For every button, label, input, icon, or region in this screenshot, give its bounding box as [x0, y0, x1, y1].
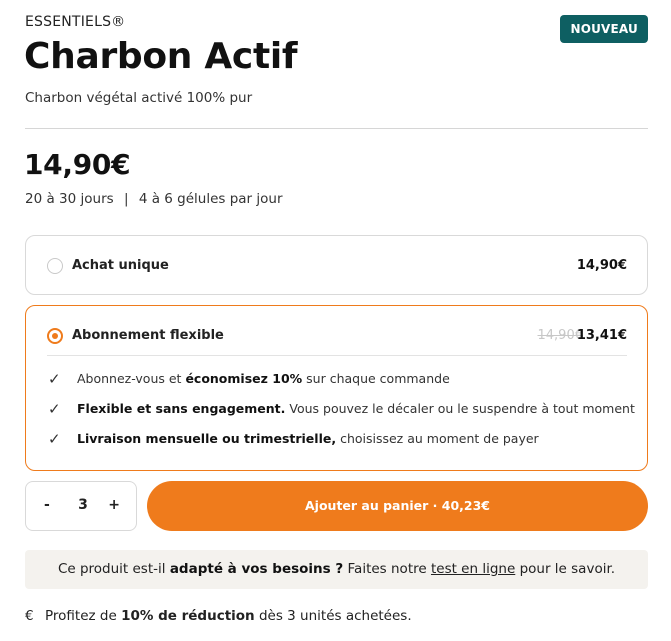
benefit-post: sur chaque commande: [302, 371, 450, 386]
one-time-radio[interactable]: [47, 258, 63, 274]
euro-icon: €: [25, 608, 34, 624]
product-price: 14,90€: [24, 148, 131, 181]
subscription-divider: [47, 355, 627, 356]
subscription-radio[interactable]: [47, 328, 63, 344]
product-title: Charbon Actif: [24, 36, 298, 77]
check-icon: ✓: [48, 430, 61, 448]
benefit-item: ✓ Livraison mensuelle ou trimestrielle, c…: [48, 430, 539, 448]
new-badge: NOUVEAU: [560, 15, 648, 43]
benefit-bold: Flexible et sans engagement.: [77, 401, 286, 416]
benefit-pre: Abonnez-vous et: [77, 371, 186, 386]
info-mid: Faites notre: [343, 561, 431, 577]
dosage-info: 20 à 30 jours | 4 à 6 gélules par jour: [25, 191, 283, 207]
info-pre: Ce produit est-il: [57, 561, 170, 577]
quantity-stepper: - 3 +: [25, 481, 137, 531]
benefit-bold: économisez 10%: [185, 371, 303, 386]
benefit-item: ✓ Abonnez-vous et économisez 10% sur chaq…: [48, 370, 450, 388]
dosage-separator: |: [123, 191, 129, 207]
add-to-cart-button[interactable]: Ajouter au panier · 40,23€: [147, 481, 648, 531]
increase-button[interactable]: +: [108, 497, 120, 513]
quantity-value: 3: [78, 497, 88, 513]
info-bold: adapté à vos besoins ?: [169, 561, 344, 577]
subscription-label: Abonnement flexible: [72, 328, 224, 343]
benefit-post: choisissez au moment de payer: [336, 431, 539, 446]
fit-check-banner: Ce produit est-il adapté à vos besoins ?…: [25, 550, 648, 589]
promo-bold: 10% de réduction: [121, 608, 255, 624]
subscription-price: 13,41€: [576, 328, 627, 343]
product-subtitle: Charbon végétal activé 100% pur: [25, 90, 253, 106]
brand-label: ESSENTIELS®: [25, 14, 126, 30]
benefit-post: Vous pouvez le décaler ou le suspendre à…: [285, 401, 635, 416]
header-divider: [25, 128, 648, 129]
one-time-price: 14,90€: [576, 258, 627, 273]
dosage-text: 4 à 6 gélules par jour: [138, 191, 283, 207]
benefit-item: ✓ Flexible et sans engagement. Vous pouve…: [48, 400, 635, 418]
promo-post: dès 3 unités achetées.: [254, 608, 412, 624]
duration-text: 20 à 30 jours: [25, 191, 114, 207]
option-subscription[interactable]: Abonnement flexible 14,90€ 13,41€ ✓ Abonn…: [25, 305, 648, 471]
quantity-discount-note: € Profitez de 10% de réduction dès 3 unit…: [25, 608, 412, 624]
online-test-link[interactable]: test en ligne: [431, 561, 515, 577]
check-icon: ✓: [48, 400, 61, 418]
one-time-label: Achat unique: [72, 258, 169, 273]
option-one-time[interactable]: Achat unique 14,90€: [25, 235, 648, 295]
check-icon: ✓: [48, 370, 61, 388]
promo-pre: Profitez de: [45, 608, 122, 624]
info-post: pour le savoir.: [515, 561, 616, 577]
benefit-bold: Livraison mensuelle ou trimestrielle,: [77, 431, 337, 446]
decrease-button[interactable]: -: [44, 497, 50, 513]
